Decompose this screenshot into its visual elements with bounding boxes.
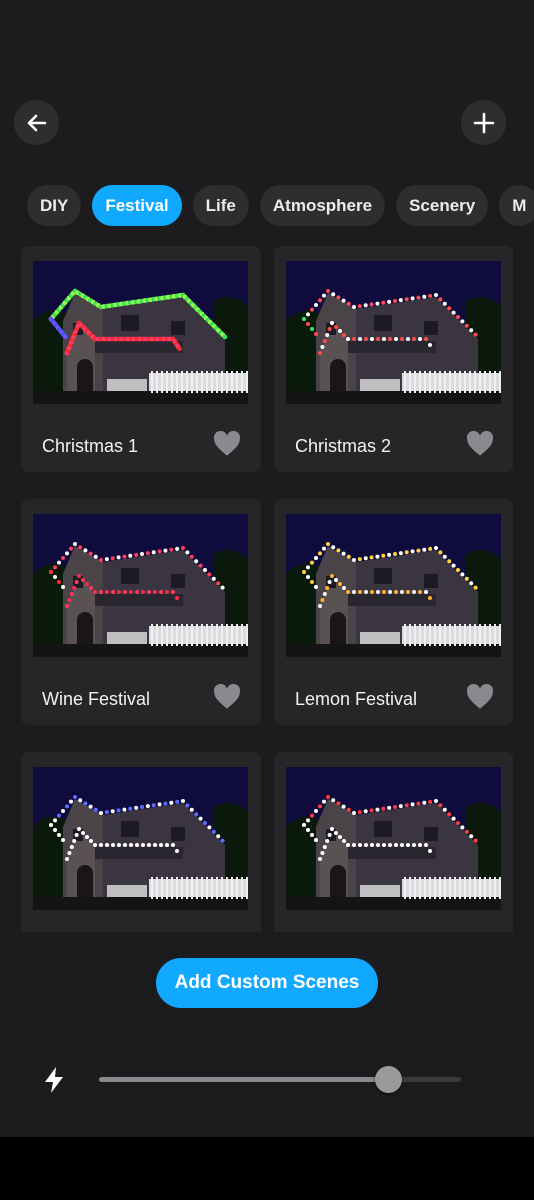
tab-life[interactable]: Life xyxy=(192,185,249,226)
heart-icon[interactable] xyxy=(213,684,241,710)
heart-icon[interactable] xyxy=(213,431,241,457)
scene-grid: Christmas 1 Christmas 2 Wine Festival Le… xyxy=(21,246,513,932)
scene-thumbnail xyxy=(33,514,248,657)
scene-card[interactable] xyxy=(21,752,261,932)
category-tabs: DIY Festival Life Atmosphere Scenery M xyxy=(27,185,534,226)
scene-name: Christmas 2 xyxy=(295,436,392,456)
arrow-left-icon xyxy=(27,114,46,131)
brightness-slider[interactable] xyxy=(99,1077,461,1082)
add-custom-scenes-button[interactable]: Add Custom Scenes xyxy=(156,958,378,1008)
scene-name: Lemon Festival xyxy=(295,689,418,709)
brightness-slider-fill xyxy=(99,1077,389,1082)
scenes-screen: DIY Festival Life Atmosphere Scenery M C… xyxy=(0,0,534,1137)
scene-card[interactable]: Christmas 2 xyxy=(274,246,513,472)
scene-thumbnail xyxy=(286,514,501,657)
tab-scenery[interactable]: Scenery xyxy=(396,185,489,226)
scene-card[interactable]: Wine Festival xyxy=(21,499,261,725)
scene-card[interactable] xyxy=(274,752,513,932)
scene-name: Wine Festival xyxy=(42,689,151,709)
add-button[interactable] xyxy=(461,100,506,145)
back-button[interactable] xyxy=(14,100,59,145)
scene-card[interactable]: Lemon Festival xyxy=(274,499,513,725)
tab-atmosphere[interactable]: Atmosphere xyxy=(259,185,386,226)
tab-festival[interactable]: Festival xyxy=(92,185,182,226)
scene-thumbnail xyxy=(33,767,248,910)
lightning-icon xyxy=(45,1067,63,1093)
plus-icon xyxy=(473,112,494,133)
heart-icon[interactable] xyxy=(466,431,494,457)
heart-icon[interactable] xyxy=(466,684,494,710)
scene-name: Christmas 1 xyxy=(42,436,139,456)
scene-thumbnail xyxy=(286,767,501,910)
tab-diy[interactable]: DIY xyxy=(27,185,82,226)
brightness-slider-thumb[interactable] xyxy=(375,1066,403,1093)
system-navigation-bar xyxy=(0,1137,534,1200)
scene-thumbnail xyxy=(286,261,501,404)
scene-thumbnail xyxy=(33,261,248,404)
tab-more[interactable]: M xyxy=(499,185,534,226)
scene-card[interactable]: Christmas 1 xyxy=(21,246,261,472)
